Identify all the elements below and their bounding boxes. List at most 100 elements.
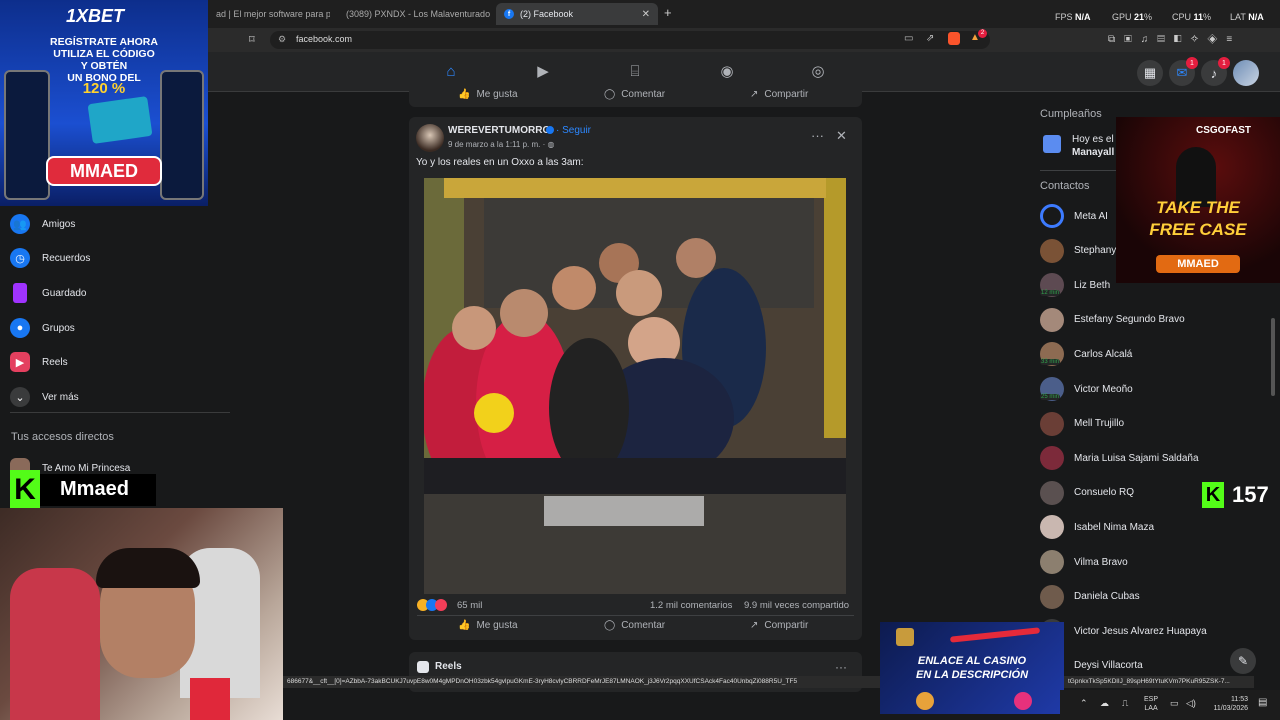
like-button[interactable]: 👍 Me gusta [458,620,518,631]
brave-shield-icon[interactable] [948,32,960,45]
contact-item[interactable]: Estefany Segundo Bravo [1040,305,1185,335]
sidebar-item-reels[interactable]: ▶ Reels [10,348,68,376]
contact-item[interactable]: Mell Trujillo [1040,409,1124,439]
post-author[interactable]: WEREVERTUMORRO [448,125,550,136]
lang-code: ESP [1144,696,1159,703]
language-indicator[interactable]: ESP LAA [1144,695,1158,713]
marketplace-icon[interactable]: ⌸ [625,62,645,82]
bookmark-icon[interactable]: ⌑ [249,33,255,46]
share-button[interactable]: ↗ Compartir [750,89,808,100]
red-light [190,678,230,720]
close-post-icon[interactable]: ✕ [836,128,847,144]
reels-more-icon[interactable]: ··· [835,660,847,674]
kick-username: Mmaed [40,474,156,506]
contact-item[interactable]: Maria Luisa Sajami Saldaña [1040,443,1199,473]
reels-icon: ▶ [10,352,30,372]
menu-grid-icon[interactable]: ▦ [1137,60,1163,86]
browser-tab[interactable]: (3089) PXNDX - Los Malaventurados [332,3,490,25]
photo-illustration [424,178,846,594]
reactions-count[interactable]: 65 mil [457,600,482,611]
like-button[interactable]: 👍 Me gusta [458,89,518,100]
scrollbar[interactable] [1271,318,1275,396]
lat-label: LAT [1230,12,1246,22]
comments-count[interactable]: 1.2 mil comentarios [650,600,732,611]
perf-overlay: FPS N/A [1055,12,1091,22]
like-icon: 👍 [458,89,471,100]
notification-center-icon[interactable]: ▤ [1258,697,1267,708]
new-tab-button[interactable]: + [664,5,672,20]
browser-tab-active[interactable]: f (2) Facebook ✕ [496,3,658,25]
friends-icon: 👥 [10,214,30,234]
clock-time: 11:53 [1231,696,1248,703]
sidebar-item-ver-mas[interactable]: ⌄ Ver más [10,383,79,411]
tray-chevron-icon[interactable]: ⌃ [1080,698,1088,709]
clock-icon: ◷ [10,248,30,268]
cpu-unit: % [1203,12,1212,22]
birthday-text[interactable]: Hoy es el Manayall [1072,133,1114,159]
groups-nav-icon[interactable]: ◉ [717,62,737,82]
contact-avatar [1040,515,1064,540]
contact-item[interactable]: 33 min Carlos Alcalá [1040,339,1132,369]
contact-name: Carlos Alcalá [1074,348,1133,360]
shares-count[interactable]: 9.9 mil veces compartido [744,600,849,611]
comment-button[interactable]: ◯ Comentar [604,89,665,100]
messenger-badge: 1 [1186,57,1198,69]
post-caption: Yo y los reales en un Oxxo a las 3am: [416,157,584,168]
browser-tab[interactable]: ad | El mejor software para pote [208,3,330,25]
sidebar-item-amigos[interactable]: 👥 Amigos [10,210,75,238]
contact-avatar: 12 min [1040,273,1064,298]
contact-avatar [1040,307,1064,332]
contact-item[interactable]: 25 min Victor Meoño [1040,374,1133,404]
reaction-icons[interactable] [417,599,455,611]
post-meta: 9 de marzo a la 1:11 p. m. · ◍ [448,140,554,149]
mic-icon[interactable]: ⎍ [1122,698,1128,709]
close-tab-icon[interactable]: ✕ [642,9,650,20]
cast-icon[interactable]: ▭ [904,33,913,44]
home-icon[interactable]: ⌂ [441,62,461,82]
new-message-icon[interactable]: ✎ [1230,648,1256,674]
profile-avatar[interactable] [1233,60,1259,86]
gaming-icon[interactable]: ◎ [808,62,828,82]
contact-item[interactable]: Stephany [1040,236,1116,266]
contact-item[interactable]: 12 min Liz Beth [1040,270,1110,300]
status-url-tail: tGpnkxTkSp5KDlIJ_89spH69tYtuKVm7PKuR95ZS… [1064,676,1254,688]
sidebar-item-guardado[interactable]: Guardado [10,279,86,307]
site-info-icon[interactable]: ⚙ [278,34,286,45]
contact-item[interactable]: Meta AI [1040,201,1108,231]
facebook-icon: f [504,9,514,19]
contact-item[interactable]: Daniela Cubas [1040,582,1140,612]
contact-avatar [1040,550,1064,574]
toolbar-extension-icons[interactable]: ⧉▣♫▤◧✧◈≡ [1108,34,1241,45]
post-date[interactable]: 9 de marzo a la 1:11 p. m. · [448,140,545,149]
contact-item[interactable]: Vilma Bravo [1040,547,1128,577]
contact-item[interactable]: Victor Jesus Alvarez Huapaya [1040,616,1207,646]
bet-code: MMAED [46,156,162,186]
contact-item[interactable]: Consuelo RQ [1040,478,1134,508]
cloud-icon[interactable]: ☁ [1100,698,1109,709]
csgo-ad-overlay: CSGOFAST TAKE THE FREE CASE MMAED [1116,117,1280,283]
gpu-overlay: GPU 21% [1112,12,1152,22]
red-swoosh [949,627,1041,643]
sidebar-item-recuerdos[interactable]: ◷ Recuerdos [10,244,90,272]
follow-link[interactable]: · Seguir [556,125,591,136]
more-options-icon[interactable]: ··· [811,128,824,143]
comment-button[interactable]: ◯ Comentar [604,620,665,631]
clock[interactable]: 11:53 11/03/2026 [1208,695,1248,713]
contact-name: Deysi Villacorta [1074,660,1143,672]
post-author-avatar[interactable] [416,124,444,152]
contact-item[interactable]: Isabel Nima Maza [1040,512,1154,542]
share-button[interactable]: ↗ Compartir [750,620,808,631]
kick-viewers-icon: K [1202,482,1224,508]
windows-taskbar: ⌃ ☁ ⎍ ESP LAA ▭ ◁) 11:53 11/03/2026 ▤ [1060,690,1280,720]
post-photo[interactable] [424,178,846,594]
network-icon[interactable]: ▭ [1170,698,1179,709]
volume-icon[interactable]: ◁) [1186,698,1196,709]
phone-graphic [4,70,50,200]
address-bar[interactable]: ⚙ facebook.com ▭ ⇗ ▲ 2 [270,29,990,49]
kick-logo: K [10,470,40,510]
comment-icon: ◯ [604,620,616,631]
sidebar-item-grupos[interactable]: ● Grupos [10,314,75,342]
share-icon[interactable]: ⇗ [926,33,934,44]
tab-title: (3089) PXNDX - Los Malaventurados [346,9,490,19]
video-icon[interactable]: ▶ [533,62,553,82]
